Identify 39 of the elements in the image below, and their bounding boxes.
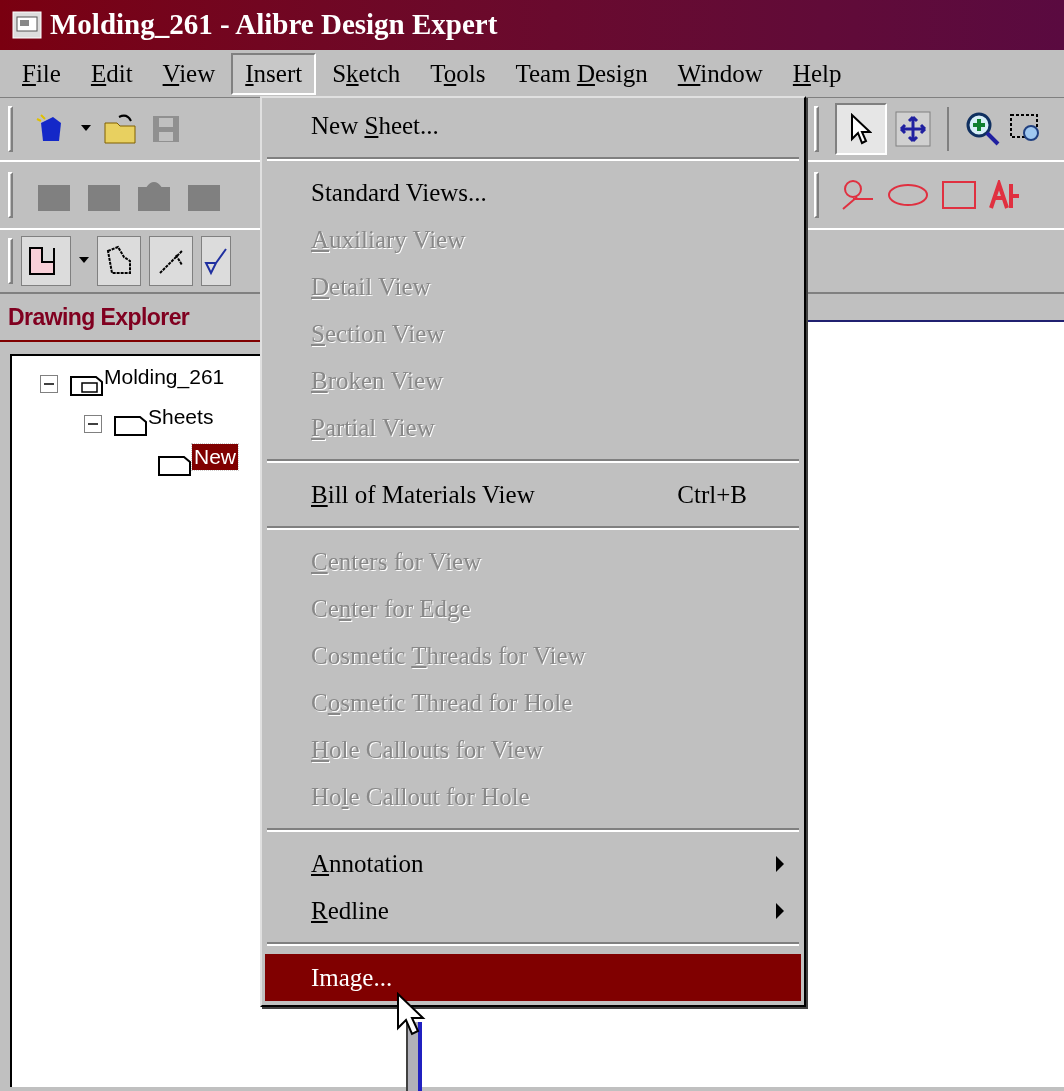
redline-text-icon[interactable] (989, 180, 1019, 210)
collapse-icon[interactable] (40, 375, 58, 393)
menu-item[interactable]: Window (663, 52, 777, 95)
tree-item[interactable]: New (192, 444, 238, 470)
splitter-bar (406, 1022, 422, 1091)
move-icon[interactable] (895, 111, 931, 147)
menu-item[interactable]: Redline (265, 887, 801, 934)
menu-item[interactable]: Help (778, 52, 856, 95)
panel-title: Drawing Explorer (8, 302, 190, 332)
menu-item[interactable]: Team Design (501, 52, 662, 95)
caret-icon[interactable] (79, 257, 89, 265)
menu-item[interactable]: New Sheet... (265, 102, 801, 149)
menu-item[interactable]: File (8, 52, 75, 95)
window-icon (12, 11, 42, 39)
tree-item[interactable]: Molding_261 (104, 364, 225, 390)
menu-item[interactable]: Bill of Materials View Ctrl+B (265, 471, 801, 518)
zoom-in-icon[interactable] (965, 111, 1001, 147)
menu-item[interactable]: Image... (265, 954, 801, 1001)
projected-view-button[interactable] (97, 236, 141, 286)
menu-item[interactable]: Edit (76, 52, 147, 95)
folder-icon[interactable] (103, 113, 139, 145)
view-tool-button[interactable] (21, 236, 71, 286)
mouse-pointer-icon (396, 992, 426, 1036)
menu-item[interactable]: Tools (416, 52, 500, 95)
menu-item[interactable]: Standard Views... (265, 169, 801, 216)
caret-icon[interactable] (81, 125, 91, 133)
detail-view-button[interactable] (201, 236, 231, 286)
window-title: Molding_261 - Alibre Design Expert (50, 7, 498, 43)
view-icon (104, 245, 134, 277)
pointer-icon (850, 113, 872, 145)
menu-item[interactable]: View (148, 52, 230, 95)
auxiliary-view-button[interactable] (149, 236, 193, 286)
tree-item[interactable]: Sheets (148, 404, 214, 430)
select-tool-button[interactable] (835, 103, 887, 155)
rectangle-icon[interactable] (941, 180, 977, 210)
menu-item[interactable]: Insert (231, 52, 317, 95)
menu-item[interactable]: Annotation (265, 840, 801, 887)
menu-item[interactable]: Sketch (318, 52, 415, 95)
collapse-icon[interactable] (84, 415, 102, 433)
